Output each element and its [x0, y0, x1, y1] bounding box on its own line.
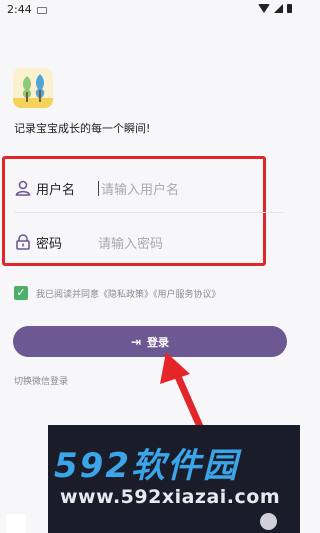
password-input[interactable]: 请输入密码	[98, 233, 163, 252]
agreement-text: 我已阅读并同意《隐私政策》《用户服务协议》	[36, 289, 221, 300]
status-bar: 2:44	[0, 0, 300, 22]
username-row[interactable]: 用户名 请输入用户名	[14, 170, 284, 206]
login-icon: ⇥	[130, 334, 142, 349]
wifi-icon	[258, 4, 270, 13]
lock-icon	[16, 234, 30, 250]
field-divider	[14, 212, 284, 213]
password-row[interactable]: 密码 请输入密码	[14, 224, 284, 260]
text-caret	[98, 180, 99, 196]
app-logo	[13, 68, 53, 108]
password-placeholder: 请输入密码	[98, 236, 164, 252]
login-button-label: 登录	[147, 335, 170, 349]
watermark-brand: 592软件园	[54, 446, 239, 486]
app-tagline: 记录宝宝成长的每一个瞬间!	[14, 122, 151, 135]
notification-icon	[37, 7, 47, 14]
username-placeholder: 请输入用户名	[101, 182, 180, 198]
status-icons	[258, 4, 292, 13]
status-time: 2:44	[7, 3, 32, 16]
signal-icon	[274, 4, 283, 13]
battery-icon	[287, 4, 292, 13]
wechat-login-link[interactable]: 切换微信登录	[14, 374, 68, 387]
password-label: 密码	[36, 236, 63, 252]
app-logo-icon	[13, 68, 53, 108]
agreement-row[interactable]: ✓ 我已阅读并同意《隐私政策》《用户服务协议》	[14, 286, 221, 300]
user-icon	[15, 180, 31, 196]
nav-back-button[interactable]	[6, 514, 26, 533]
username-input[interactable]: 请输入用户名	[98, 179, 179, 198]
watermark-site: www.592xiazai.com	[60, 486, 281, 508]
login-button[interactable]: ⇥ 登录	[13, 326, 287, 357]
agreement-checkbox[interactable]: ✓	[14, 286, 28, 300]
username-label: 用户名	[36, 182, 76, 198]
nav-home-button[interactable]	[260, 513, 277, 530]
